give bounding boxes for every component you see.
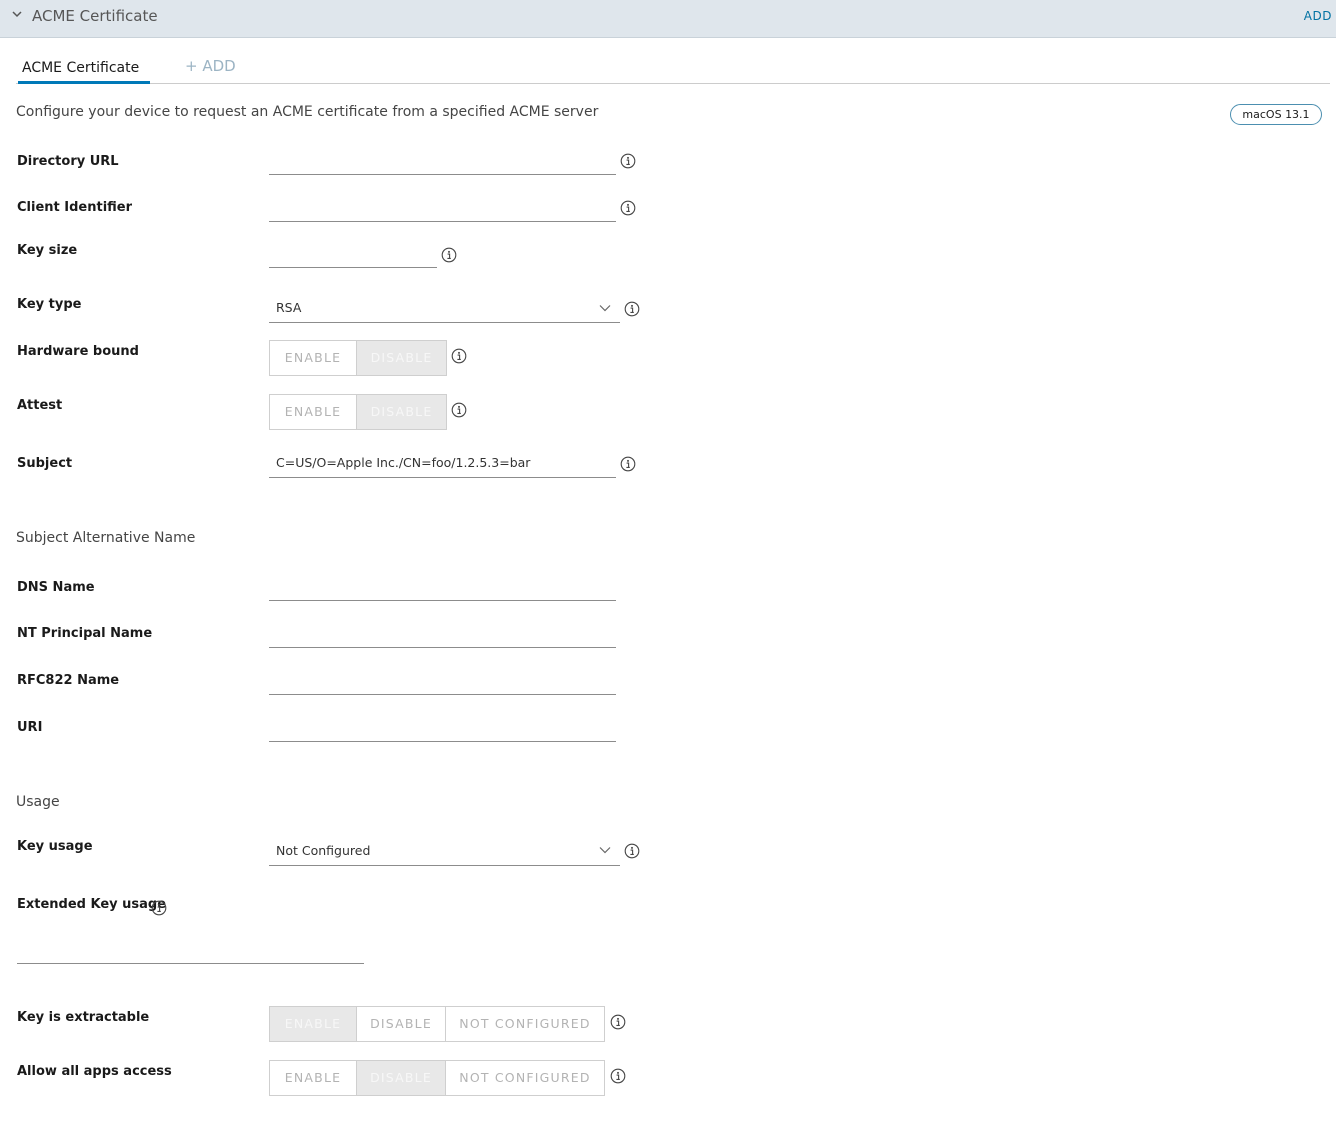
- tab-label: ACME Certificate: [22, 60, 140, 76]
- directory-url-input[interactable]: [269, 174, 616, 175]
- directory-url-label: Directory URL: [17, 154, 119, 169]
- chevron-down-icon[interactable]: [12, 9, 22, 19]
- attest-enable-button[interactable]: ENABLE: [270, 395, 357, 429]
- extended-key-usage-input[interactable]: [17, 963, 364, 964]
- info-icon[interactable]: [441, 247, 457, 263]
- allow-all-apps-access-disable-button[interactable]: DISABLE: [357, 1061, 446, 1095]
- hardware-bound-toggle: ENABLE DISABLE: [269, 340, 447, 376]
- key-type-select[interactable]: [269, 322, 620, 323]
- tabs-divider: [16, 83, 1330, 84]
- hardware-bound-label: Hardware bound: [17, 344, 139, 359]
- nt-principal-name-input[interactable]: [269, 647, 616, 648]
- attest-label: Attest: [17, 398, 63, 413]
- subject-label: Subject: [17, 456, 73, 471]
- info-icon[interactable]: [620, 200, 636, 216]
- uri-label: URI: [17, 720, 43, 735]
- attest-disable-button[interactable]: DISABLE: [357, 395, 446, 429]
- header-add-button[interactable]: ADD: [1304, 9, 1332, 23]
- info-icon[interactable]: [451, 348, 467, 364]
- section-header[interactable]: ACME Certificate ADD: [0, 0, 1336, 38]
- client-identifier-label: Client Identifier: [17, 200, 133, 215]
- hardware-bound-enable-button[interactable]: ENABLE: [270, 341, 357, 375]
- allow-all-apps-access-toggle: ENABLE DISABLE NOT CONFIGURED: [269, 1060, 605, 1096]
- key-usage-select[interactable]: [269, 865, 620, 866]
- tab-acme-certificate[interactable]: ACME Certificate: [18, 58, 150, 84]
- chevron-down-icon[interactable]: [599, 846, 611, 854]
- info-icon[interactable]: [451, 402, 467, 418]
- nt-principal-name-label: NT Principal Name: [17, 626, 153, 641]
- key-is-extractable-disable-button[interactable]: DISABLE: [357, 1007, 446, 1041]
- san-section-title: Subject Alternative Name: [16, 530, 196, 546]
- info-icon[interactable]: [610, 1068, 626, 1084]
- info-icon[interactable]: [624, 301, 640, 317]
- key-is-extractable-toggle: ENABLE DISABLE NOT CONFIGURED: [269, 1006, 605, 1042]
- info-icon[interactable]: [624, 843, 640, 859]
- key-size-input[interactable]: [269, 267, 437, 268]
- extended-key-usage-label: Extended Key usage: [17, 897, 167, 912]
- rfc822-name-label: RFC822 Name: [17, 673, 120, 688]
- section-title: ACME Certificate: [32, 7, 158, 25]
- key-usage-select-value: Not Configured: [276, 843, 371, 858]
- info-icon[interactable]: [620, 153, 636, 169]
- key-size-label: Key size: [17, 243, 78, 258]
- payload-description: Configure your device to request an ACME…: [16, 104, 599, 120]
- add-tab-button[interactable]: + ADD: [185, 57, 236, 75]
- key-type-select-value: RSA: [276, 300, 302, 315]
- info-icon[interactable]: [610, 1014, 626, 1030]
- dns-name-input[interactable]: [269, 600, 616, 601]
- subject-value: C=US/O=Apple Inc./CN=foo/1.2.5.3=bar: [276, 455, 531, 470]
- attest-toggle: ENABLE DISABLE: [269, 394, 447, 430]
- info-icon[interactable]: [151, 900, 167, 916]
- subject-input[interactable]: [269, 477, 616, 478]
- key-is-extractable-enable-button[interactable]: ENABLE: [270, 1007, 357, 1041]
- info-icon[interactable]: [620, 456, 636, 472]
- key-type-label: Key type: [17, 297, 82, 312]
- usage-section-title: Usage: [16, 794, 60, 810]
- client-identifier-input[interactable]: [269, 221, 616, 222]
- allow-all-apps-access-not-configured-button[interactable]: NOT CONFIGURED: [446, 1061, 604, 1095]
- uri-input[interactable]: [269, 741, 616, 742]
- chevron-down-icon[interactable]: [599, 304, 611, 312]
- hardware-bound-disable-button[interactable]: DISABLE: [357, 341, 446, 375]
- allow-all-apps-access-label: Allow all apps access: [17, 1064, 172, 1079]
- key-is-extractable-label: Key is extractable: [17, 1010, 150, 1025]
- key-usage-label: Key usage: [17, 839, 93, 854]
- dns-name-label: DNS Name: [17, 580, 95, 595]
- rfc822-name-input[interactable]: [269, 694, 616, 695]
- allow-all-apps-access-enable-button[interactable]: ENABLE: [270, 1061, 357, 1095]
- os-version-badge: macOS 13.1: [1230, 104, 1322, 125]
- key-is-extractable-not-configured-button[interactable]: NOT CONFIGURED: [446, 1007, 604, 1041]
